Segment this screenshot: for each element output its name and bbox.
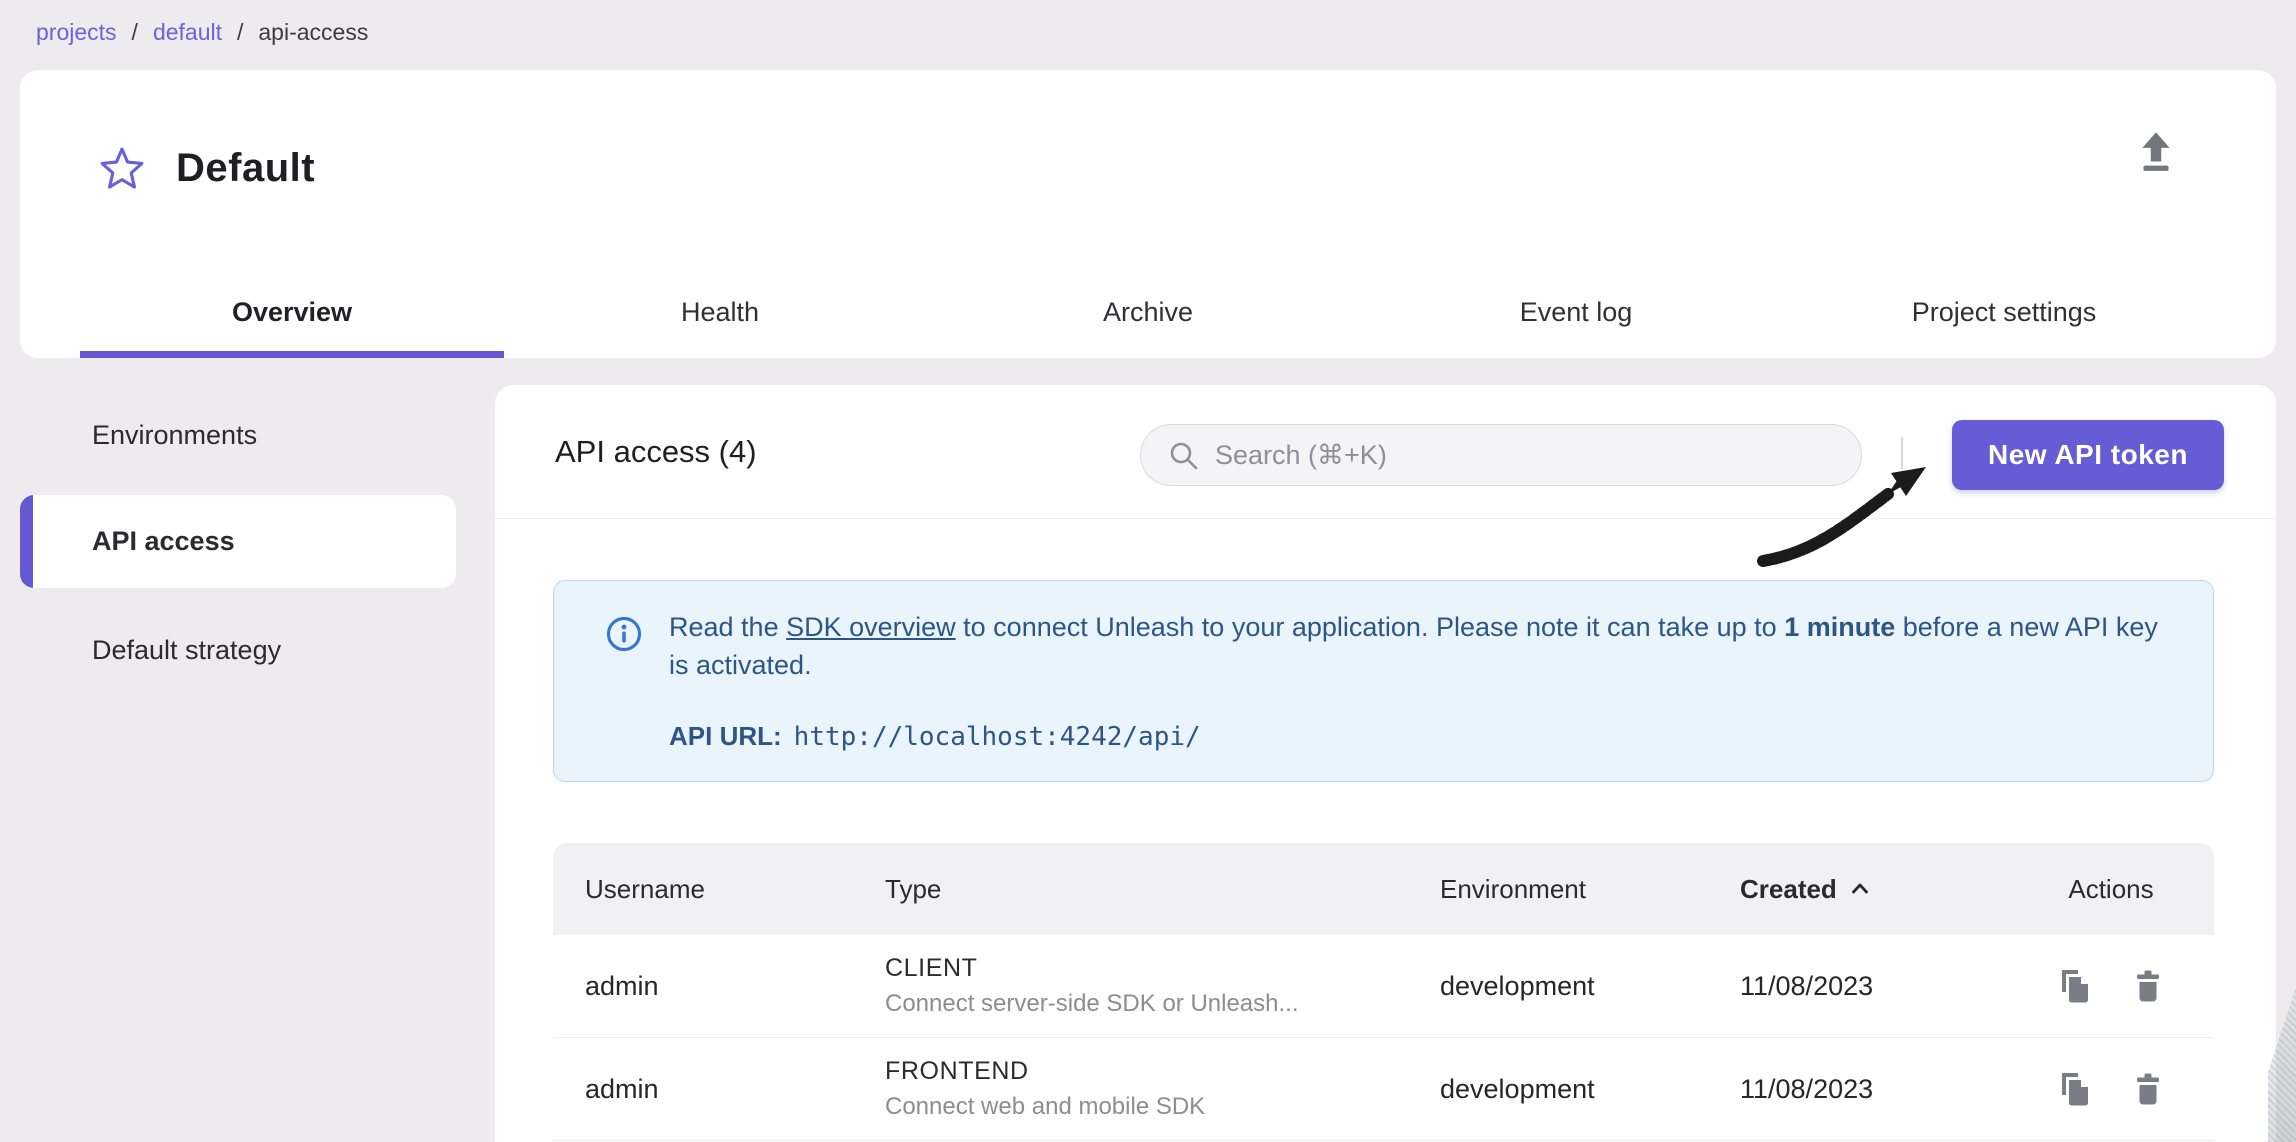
tab-label: Health — [681, 297, 759, 328]
table-row: admin CLIENT Connect server-side SDK or … — [553, 935, 2214, 1038]
api-url-label: API URL: — [669, 721, 782, 752]
divider — [1901, 437, 1903, 469]
alert-text-segment: before a new API key — [1895, 612, 2158, 642]
info-alert: Read the SDK overview to connect Unleash… — [553, 580, 2214, 782]
copy-token-button[interactable] — [2052, 1067, 2096, 1111]
sidebar-item-label: Default strategy — [92, 635, 281, 666]
copy-icon — [2054, 1069, 2094, 1109]
sort-ascending-icon — [1849, 878, 1871, 900]
sidebar-item-default-strategy[interactable]: Default strategy — [20, 620, 456, 680]
breadcrumb-projects-link[interactable]: projects — [36, 19, 117, 46]
token-type: FRONTEND — [885, 1057, 1408, 1086]
page: projects / default / api-access Default … — [0, 0, 2296, 1142]
tab-overview[interactable]: Overview — [78, 266, 506, 358]
cell-username: admin — [553, 971, 853, 1002]
table-header-row: Username Type Environment Created Action… — [553, 843, 2214, 935]
tab-health[interactable]: Health — [506, 266, 934, 358]
panel-header: API access (4) New API token — [495, 385, 2276, 519]
tab-archive[interactable]: Archive — [934, 266, 1362, 358]
star-icon — [99, 145, 145, 191]
cell-username: admin — [553, 1074, 853, 1105]
delete-token-button[interactable] — [2126, 964, 2170, 1008]
tab-label: Archive — [1103, 297, 1193, 328]
column-header-created-label: Created — [1740, 874, 1837, 905]
cell-type: FRONTEND Connect web and mobile SDK — [853, 1057, 1408, 1121]
api-url-value: http://localhost:4242/api/ — [794, 722, 1201, 752]
tab-label: Overview — [232, 297, 352, 328]
cell-created: 11/08/2023 — [1708, 1074, 2008, 1105]
alert-text: Read the SDK overview to connect Unleash… — [669, 608, 2199, 684]
breadcrumb-current-page: api-access — [258, 19, 368, 46]
breadcrumb-separator: / — [237, 19, 243, 46]
alert-text-segment: is activated. — [669, 650, 812, 680]
breadcrumb: projects / default / api-access — [36, 12, 368, 52]
info-icon — [604, 614, 644, 659]
column-header-type: Type — [853, 874, 1408, 905]
column-header-environment: Environment — [1408, 874, 1708, 905]
column-header-created-sort[interactable]: Created — [1708, 874, 2008, 905]
column-header-username: Username — [553, 874, 853, 905]
project-title: Default — [176, 146, 315, 191]
export-button[interactable] — [2132, 126, 2180, 174]
search-input[interactable] — [1215, 440, 1861, 471]
breadcrumb-separator: / — [132, 19, 138, 46]
active-tab-indicator — [80, 351, 504, 358]
tab-event-log[interactable]: Event log — [1362, 266, 1790, 358]
token-type: CLIENT — [885, 954, 1408, 983]
token-type-description: Connect web and mobile SDK — [885, 1093, 1408, 1121]
trash-icon — [2128, 1069, 2168, 1109]
copy-icon — [2054, 966, 2094, 1006]
sidebar-item-label: API access — [92, 526, 235, 557]
cell-actions — [2008, 1067, 2214, 1111]
sidebar-item-api-access[interactable]: API access — [20, 495, 456, 588]
copy-token-button[interactable] — [2052, 964, 2096, 1008]
column-header-actions: Actions — [2068, 874, 2153, 905]
alert-text-segment: to connect Unleash to your application. … — [956, 612, 1785, 642]
upload-icon — [2133, 127, 2179, 173]
cell-environment: development — [1408, 971, 1708, 1002]
tab-bar: Overview Health Archive Event log Projec… — [78, 266, 2218, 358]
project-header-card: Default Overview Health Archive Event lo… — [20, 70, 2276, 358]
api-url-row: API URL: http://localhost:4242/api/ — [669, 721, 1201, 752]
delete-token-button[interactable] — [2126, 1067, 2170, 1111]
token-type-description: Connect server-side SDK or Unleash... — [885, 990, 1408, 1018]
sdk-overview-link[interactable]: SDK overview — [786, 612, 956, 642]
search-box[interactable] — [1140, 424, 1862, 486]
favorite-star-button[interactable] — [98, 144, 146, 192]
cell-environment: development — [1408, 1074, 1708, 1105]
table-row: admin FRONTEND Connect web and mobile SD… — [553, 1038, 2214, 1141]
active-item-indicator — [20, 495, 33, 588]
trash-icon — [2128, 966, 2168, 1006]
breadcrumb-default-link[interactable]: default — [153, 19, 222, 46]
alert-text-emphasis: 1 minute — [1784, 612, 1895, 642]
tab-label: Event log — [1520, 297, 1633, 328]
cell-type: CLIENT Connect server-side SDK or Unleas… — [853, 954, 1408, 1018]
sidebar-item-environments[interactable]: Environments — [20, 405, 456, 465]
project-title-row: Default — [20, 70, 2276, 266]
cell-actions — [2008, 964, 2214, 1008]
cell-created: 11/08/2023 — [1708, 971, 2008, 1002]
api-tokens-table: Username Type Environment Created Action… — [553, 843, 2214, 1141]
tab-label: Project settings — [1912, 297, 2097, 328]
alert-text-segment: Read the — [669, 612, 786, 642]
search-icon — [1167, 439, 1199, 471]
new-api-token-button[interactable]: New API token — [1952, 420, 2224, 490]
panel-title: API access (4) — [555, 385, 757, 519]
sidebar-item-label: Environments — [92, 420, 257, 451]
api-access-panel: API access (4) New API token — [495, 385, 2276, 1142]
tab-project-settings[interactable]: Project settings — [1790, 266, 2218, 358]
